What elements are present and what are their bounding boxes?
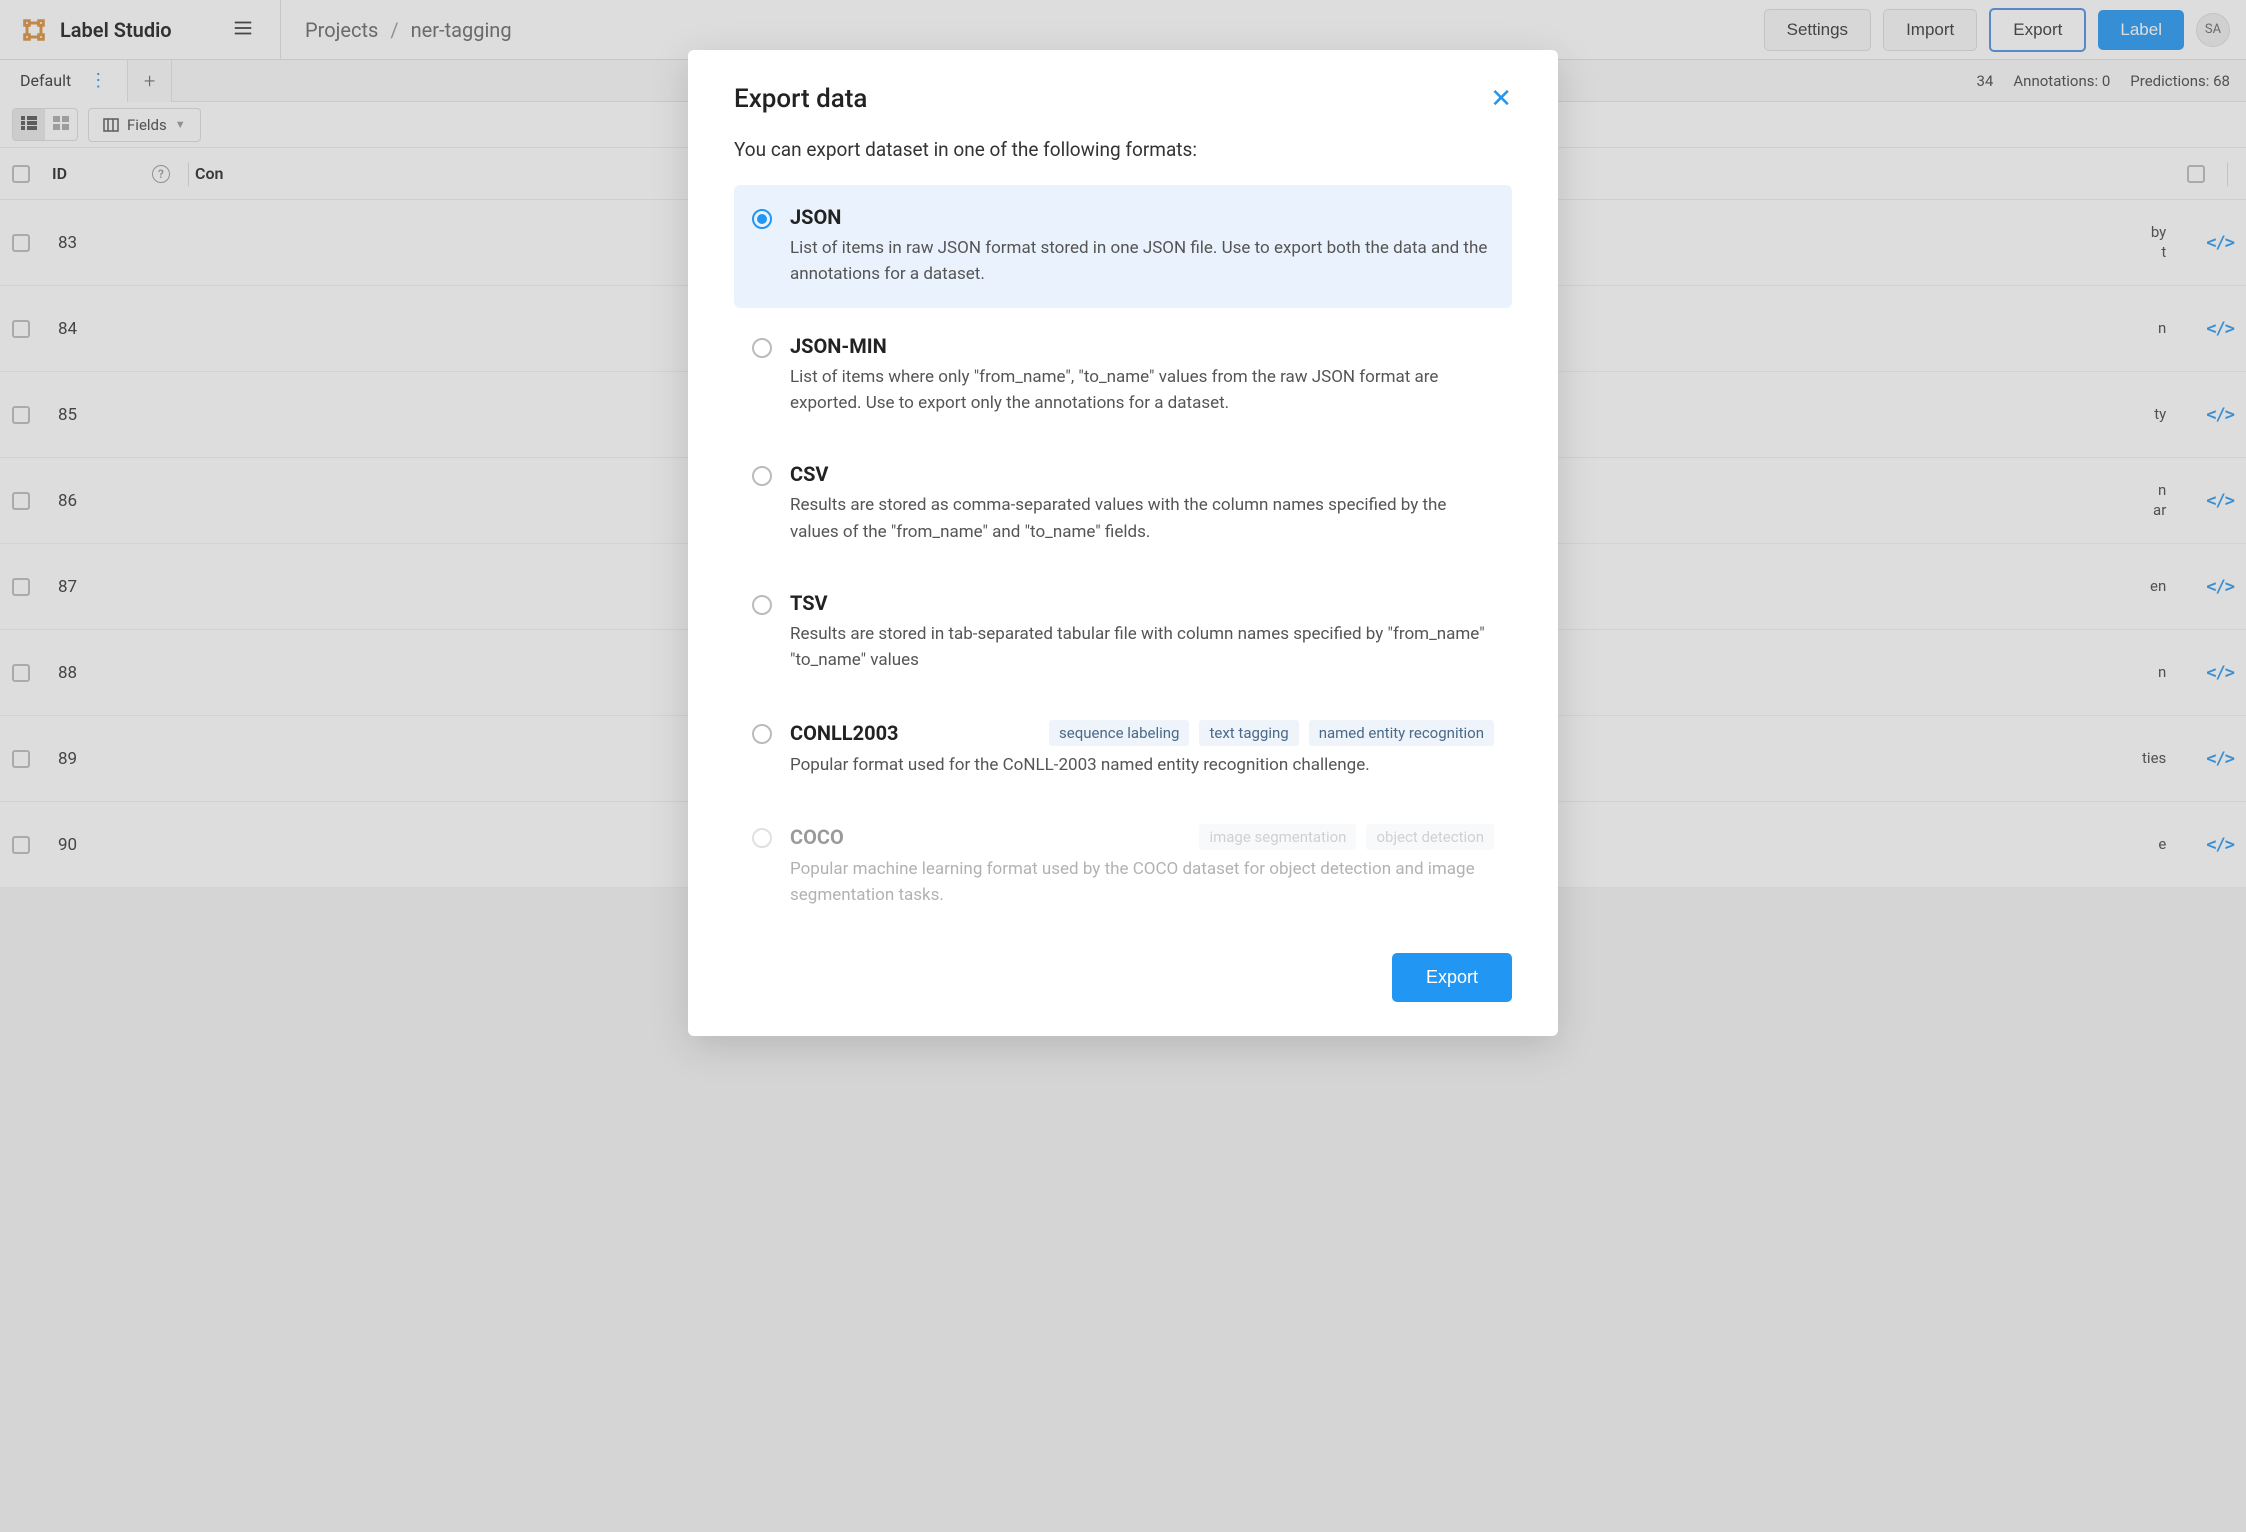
close-icon[interactable]: ✕ xyxy=(1490,84,1512,114)
modal-title: Export data xyxy=(734,84,867,114)
modal-footer: Export xyxy=(734,953,1512,1002)
format-tags: sequence labeling text tagging named entit… xyxy=(1049,720,1494,746)
radio xyxy=(752,828,772,848)
format-desc: Popular machine learning format used by … xyxy=(790,856,1494,909)
tag: text tagging xyxy=(1199,720,1298,746)
modal-header: Export data ✕ xyxy=(734,84,1512,114)
export-modal: Export data ✕ You can export dataset in … xyxy=(688,50,1558,1036)
format-desc: Results are stored in tab-separated tabu… xyxy=(790,621,1494,674)
format-desc: Results are stored as comma-separated va… xyxy=(790,492,1494,545)
radio[interactable] xyxy=(752,466,772,486)
tag: named entity recognition xyxy=(1309,720,1494,746)
format-title: JSON-MIN xyxy=(790,334,887,358)
format-option: COCO image segmentation object detection Po… xyxy=(734,804,1512,929)
format-desc: Popular format used for the CoNLL-2003 n… xyxy=(790,752,1494,778)
tag: object detection xyxy=(1366,824,1494,850)
radio[interactable] xyxy=(752,724,772,744)
format-desc: List of items in raw JSON format stored … xyxy=(790,235,1494,288)
format-title: JSON xyxy=(790,205,841,229)
format-option[interactable]: JSON List of items in raw JSON format sto… xyxy=(734,185,1512,308)
format-option[interactable]: CSV Results are stored as comma-separated… xyxy=(734,442,1512,565)
radio[interactable] xyxy=(752,338,772,358)
format-title: COCO xyxy=(790,825,844,849)
tag: sequence labeling xyxy=(1049,720,1189,746)
radio[interactable] xyxy=(752,595,772,615)
modal-overlay[interactable]: Export data ✕ You can export dataset in … xyxy=(0,0,2246,1532)
export-submit-button[interactable]: Export xyxy=(1392,953,1512,1002)
format-desc: List of items where only "from_name", "t… xyxy=(790,364,1494,417)
format-option[interactable]: JSON-MIN List of items where only "from_n… xyxy=(734,314,1512,437)
format-title: CONLL2003 xyxy=(790,721,899,745)
radio[interactable] xyxy=(752,209,772,229)
format-option[interactable]: TSV Results are stored in tab-separated t… xyxy=(734,571,1512,694)
tag: image segmentation xyxy=(1199,824,1356,850)
formats-list: JSON List of items in raw JSON format sto… xyxy=(734,185,1512,929)
modal-subtitle: You can export dataset in one of the fol… xyxy=(734,138,1512,161)
format-title: CSV xyxy=(790,462,828,486)
format-tags: image segmentation object detection xyxy=(1199,824,1494,850)
format-option[interactable]: CONLL2003 sequence labeling text tagging na… xyxy=(734,700,1512,798)
format-title: TSV xyxy=(790,591,828,615)
